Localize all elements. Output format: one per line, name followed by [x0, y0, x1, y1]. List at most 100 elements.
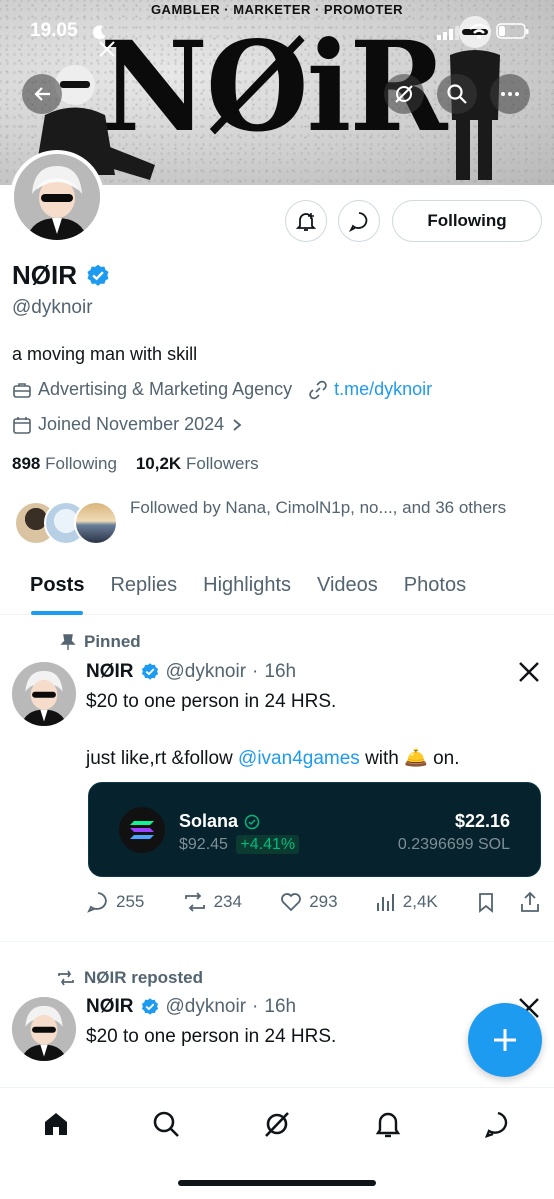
tweet-text-fragment: on. — [427, 748, 460, 769]
like-count: 293 — [309, 892, 338, 911]
following-count-link[interactable]: 898 Following — [12, 454, 117, 473]
tweet-text-line: $20 to one person in 24 HRS. — [86, 691, 337, 712]
views-count: 2,4K — [402, 892, 438, 911]
message-button[interactable] — [338, 200, 380, 242]
tweet-dot: · — [252, 661, 259, 682]
tweet-time[interactable]: 16h — [264, 996, 296, 1018]
mutual-follower-avatar[interactable] — [74, 501, 118, 545]
tab-posts[interactable]: Posts — [17, 565, 97, 615]
followers-label: Followers — [185, 454, 259, 473]
x-logo-icon — [99, 41, 115, 57]
bookmark-icon[interactable] — [475, 891, 497, 913]
verified-badge-icon[interactable] — [85, 263, 111, 289]
pinned-text: Pinned — [84, 632, 141, 651]
solana-logo-icon — [119, 807, 165, 853]
crypto-name-row: Solana — [179, 811, 260, 832]
crypto-name: Solana — [179, 811, 239, 831]
nav-notifications[interactable] — [368, 1104, 408, 1144]
search-icon — [447, 84, 467, 104]
share-icon[interactable] — [519, 891, 541, 913]
tweet-author-name[interactable]: NØIR — [86, 996, 134, 1018]
notification-button[interactable] — [285, 200, 327, 242]
joined-row[interactable]: Joined November 2024 — [12, 414, 244, 435]
tab-photos[interactable]: Photos — [391, 565, 479, 615]
following-count: 898 — [12, 454, 41, 473]
chat-bubble-icon — [348, 212, 368, 232]
tweet-text-fragment: with — [359, 748, 405, 769]
repost-button[interactable]: 234 — [182, 890, 242, 914]
tweet-author-handle[interactable]: @dyknoir — [166, 996, 247, 1018]
arrow-left-icon — [34, 87, 50, 101]
followers-you-know[interactable]: Followed by Nana, CimolN1p, no..., and 3… — [130, 494, 530, 521]
compose-button[interactable] — [468, 1003, 542, 1077]
back-button[interactable] — [22, 74, 62, 114]
plus-icon — [494, 1029, 516, 1051]
grok-icon — [265, 1112, 289, 1137]
tweet-author-name[interactable]: NØIR — [86, 661, 134, 683]
profile-link[interactable]: t.me/dyknoir — [334, 379, 432, 400]
reply-count: 255 — [116, 892, 145, 911]
reply-icon — [87, 892, 107, 913]
more-button[interactable] — [490, 74, 530, 114]
grok-button[interactable] — [384, 74, 424, 114]
repost-icon — [184, 892, 205, 912]
chat-bubble-icon — [484, 1111, 508, 1138]
tweet-mention[interactable]: @ivan4games — [238, 748, 360, 769]
display-name: NØIR — [12, 260, 111, 291]
profile-avatar[interactable] — [10, 150, 104, 244]
pin-icon — [60, 634, 76, 650]
link-icon — [309, 380, 327, 399]
profile-handle: @dyknoir — [12, 297, 93, 318]
followers-count: 10,2K — [135, 454, 182, 473]
briefcase-icon — [13, 382, 31, 398]
like-button[interactable]: 293 — [279, 890, 338, 914]
search-button[interactable] — [437, 74, 477, 114]
nav-home[interactable] — [36, 1104, 76, 1144]
avatar-image — [12, 997, 76, 1061]
chevron-right-icon — [233, 418, 242, 431]
nav-search[interactable] — [146, 1104, 186, 1144]
search-icon — [153, 1111, 179, 1137]
moon-icon — [93, 25, 106, 40]
crypto-amount: 0.2396699 SOL — [397, 836, 510, 853]
x-logo-icon[interactable] — [517, 660, 541, 684]
tweet-extra-actions — [475, 891, 541, 913]
views-button[interactable]: 2,4K — [375, 891, 438, 913]
tweet-avatar[interactable] — [12, 997, 76, 1061]
signal-icon — [437, 26, 459, 40]
home-icon — [45, 1113, 67, 1135]
crypto-price: $92.45 — [179, 836, 228, 853]
heart-icon — [281, 893, 302, 912]
tweet-author-handle[interactable]: @dyknoir — [166, 661, 247, 683]
profile-tabs: Posts Replies Highlights Videos Photos — [0, 565, 554, 615]
tab-videos[interactable]: Videos — [304, 565, 391, 615]
nav-messages[interactable] — [478, 1104, 518, 1144]
pinned-label: Pinned — [60, 632, 141, 652]
tweet-time[interactable]: 16h — [264, 661, 296, 683]
tweet-dot: · — [252, 996, 259, 1017]
followers-count-link[interactable]: 10,2K Followers — [136, 454, 259, 473]
tab-replies[interactable]: Replies — [97, 565, 190, 615]
status-time: 19.05 — [30, 20, 78, 41]
crypto-change: +4.41% — [236, 835, 300, 854]
nav-grok[interactable] — [257, 1104, 297, 1144]
profile-category[interactable]: Advertising & Marketing Agency — [38, 379, 292, 400]
joined-date: Joined November 2024 — [38, 414, 225, 434]
repost-text[interactable]: NØIR reposted — [84, 968, 203, 988]
following-button[interactable]: Following — [392, 200, 542, 242]
repost-icon — [58, 970, 74, 986]
avatar-image — [14, 154, 100, 240]
profile-meta-row: Advertising & Marketing Agency t.me/dykn… — [12, 379, 432, 400]
verified-badge-icon — [141, 998, 158, 1015]
reply-button[interactable]: 255 — [86, 890, 144, 914]
avatar-image — [12, 662, 76, 726]
bell-icon — [375, 1112, 401, 1138]
crypto-card[interactable]: Solana $92.45 +4.41% $22.16 0.2396699 SO… — [88, 782, 541, 877]
display-name-text: NØIR — [12, 260, 77, 290]
wifi-icon — [469, 23, 489, 39]
battery-icon — [496, 23, 529, 39]
repost-label: NØIR reposted — [56, 968, 203, 988]
tab-highlights[interactable]: Highlights — [190, 565, 304, 615]
tweet-avatar[interactable] — [12, 662, 76, 726]
bell-plus-icon — [295, 213, 317, 231]
